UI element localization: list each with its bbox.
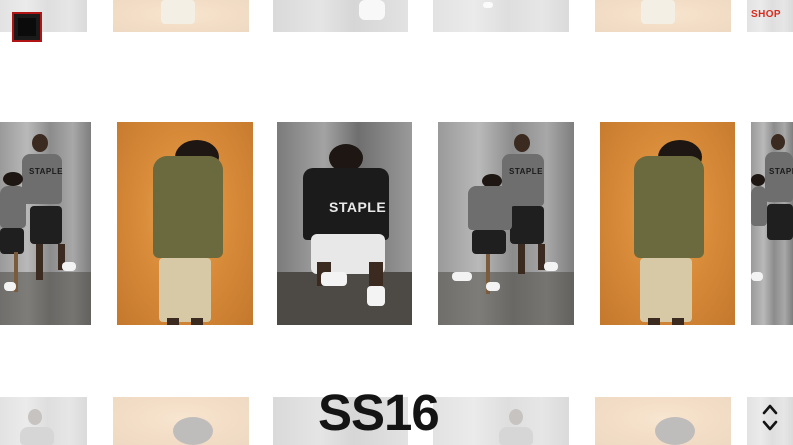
lookbook-photo[interactable]: STAPLE bbox=[751, 122, 793, 325]
photo-shirt-text: STAPLE bbox=[509, 167, 543, 176]
lookbook-photo[interactable] bbox=[273, 0, 408, 32]
photo-shirt-text: STAPLE bbox=[769, 167, 793, 176]
season-title: SS16 bbox=[318, 384, 440, 441]
lookbook-page: STAPLE STAPLE STAPLE STAP SHOP SS16 bbox=[0, 0, 793, 445]
lookbook-photo[interactable] bbox=[113, 0, 249, 32]
lookbook-photo[interactable] bbox=[600, 122, 735, 325]
scroll-navigation bbox=[761, 402, 779, 436]
menu-button[interactable] bbox=[12, 12, 42, 42]
lookbook-photo[interactable]: STAPLE bbox=[438, 122, 574, 325]
lookbook-row-current: STAPLE STAPLE STAPLE STAP bbox=[0, 122, 793, 325]
photo-shirt-text: STAPLE bbox=[29, 167, 63, 176]
lookbook-row-previous bbox=[0, 0, 793, 32]
chevron-up-icon[interactable] bbox=[762, 402, 778, 416]
shop-link[interactable]: SHOP bbox=[751, 9, 781, 20]
lookbook-photo[interactable] bbox=[595, 0, 731, 32]
lookbook-photo[interactable] bbox=[117, 122, 253, 325]
lookbook-photo[interactable]: STAPLE bbox=[0, 122, 91, 325]
lookbook-photo[interactable] bbox=[0, 397, 87, 445]
lookbook-photo[interactable] bbox=[433, 0, 569, 32]
chevron-down-icon[interactable] bbox=[762, 419, 778, 433]
photo-shirt-text: STAPLE bbox=[329, 199, 387, 215]
lookbook-photo[interactable] bbox=[595, 397, 731, 445]
menu-square-icon bbox=[18, 18, 36, 36]
lookbook-photo[interactable] bbox=[433, 397, 569, 445]
lookbook-photo[interactable] bbox=[113, 397, 249, 445]
lookbook-photo[interactable]: STAPLE bbox=[277, 122, 412, 325]
